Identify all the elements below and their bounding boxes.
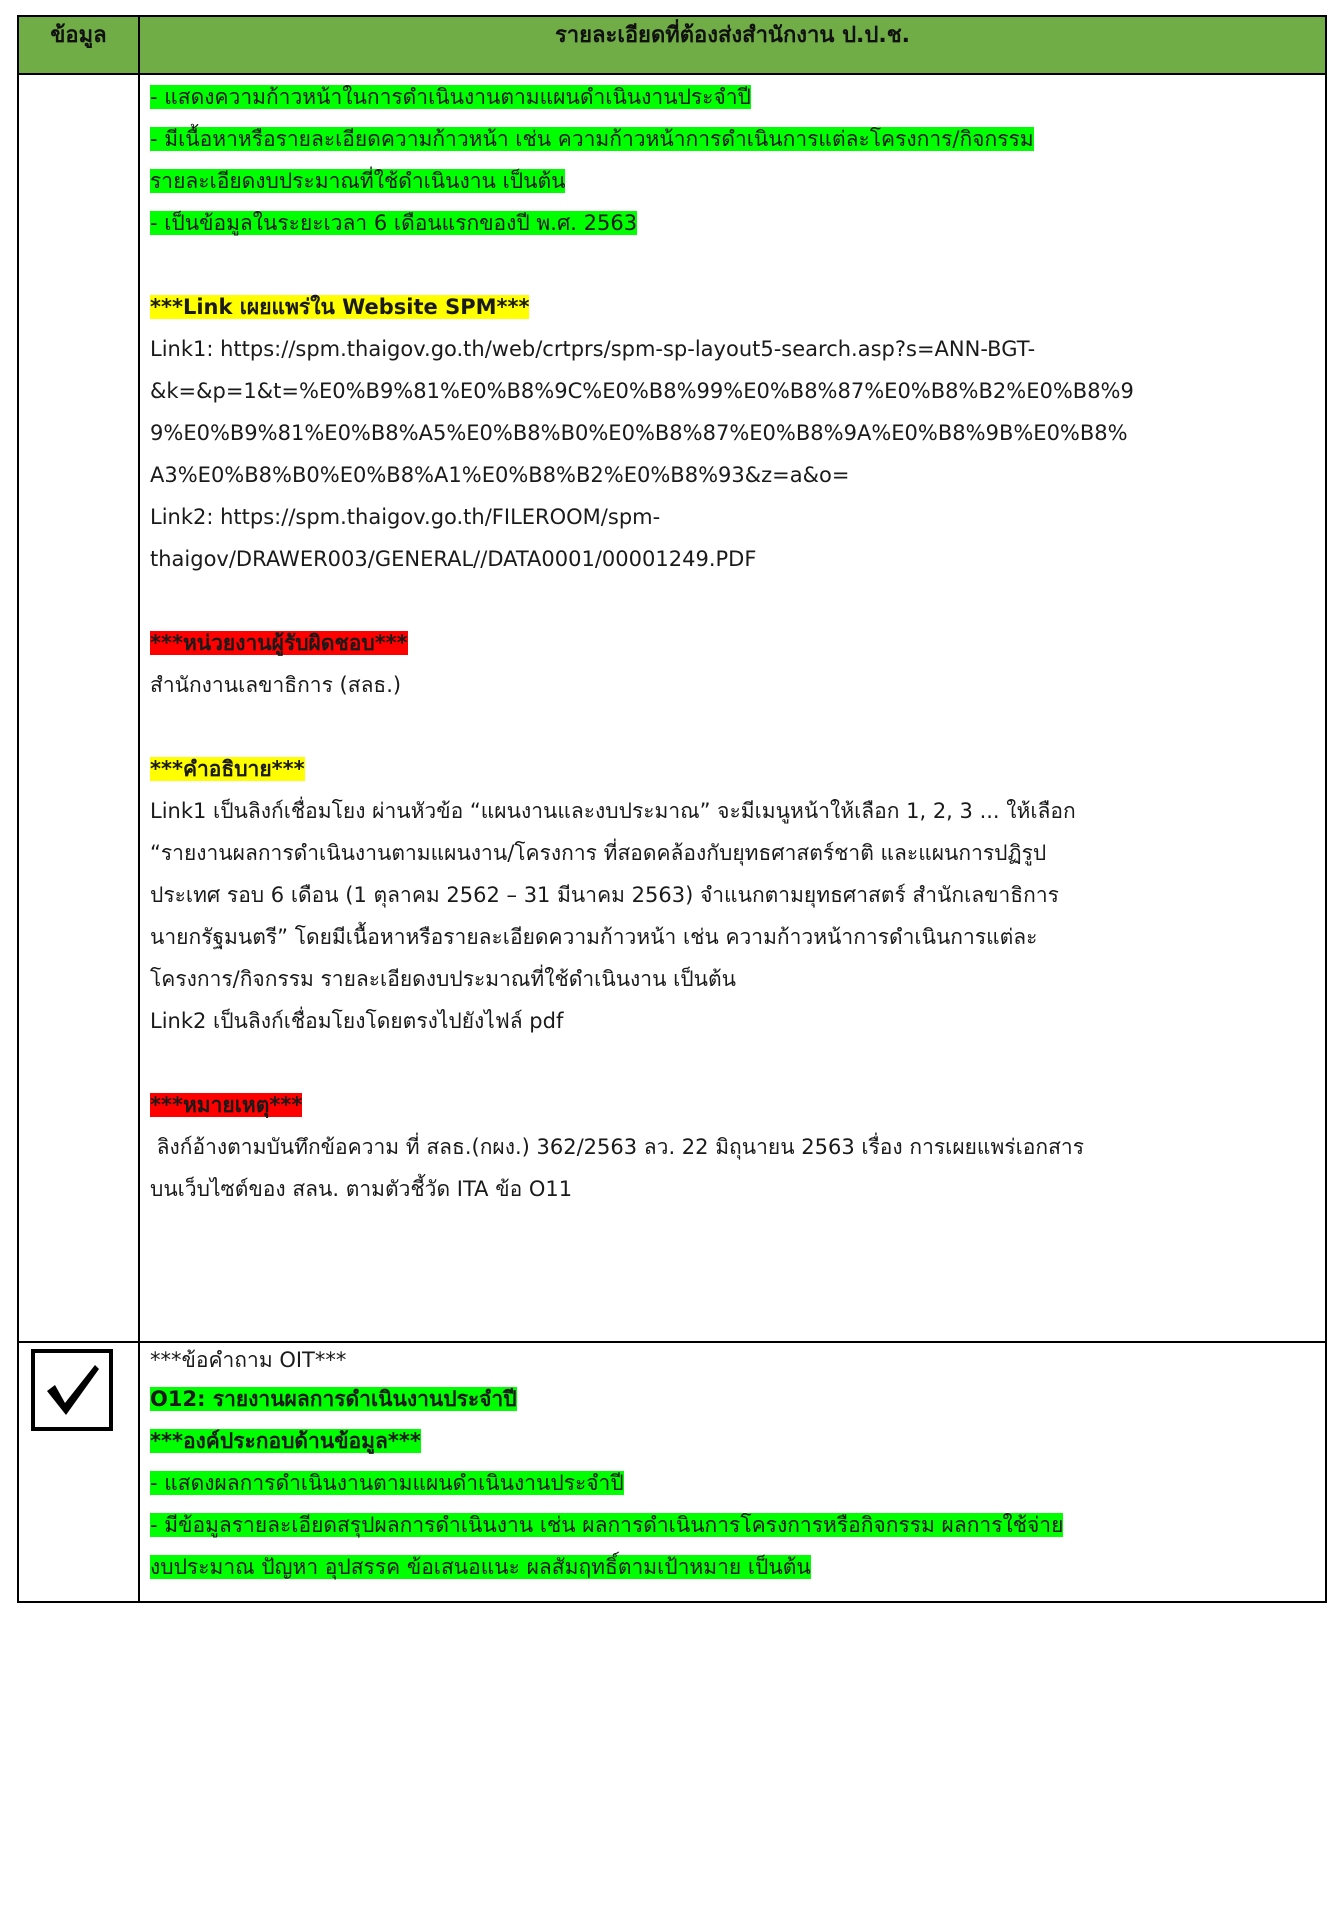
question-label: ***ข้อคำถาม OIT*** bbox=[150, 1348, 347, 1372]
link-line[interactable]: A3%E0%B8%B0%E0%B8%A1%E0%B8%B2%E0%B8%93&z… bbox=[150, 455, 1315, 497]
table-row: ***ข้อคำถาม OIT*** O12: รายงานผลการดำเนิ… bbox=[17, 1341, 1327, 1603]
responsible-unit-text: สำนักงานเลขาธิการ (สลธ.) bbox=[150, 673, 402, 697]
element-line: - แสดงผลการดำเนินงานตามแผนดำเนินงานประจำ… bbox=[150, 1471, 624, 1495]
row2-details-cell: ***ข้อคำถาม OIT*** O12: รายงานผลการดำเนิ… bbox=[138, 1341, 1327, 1603]
description-line: Link1 เป็นลิงก์เชื่อมโยง ผ่านหัวข้อ “แผน… bbox=[150, 799, 1076, 823]
description-line: ประเทศ รอบ 6 เดือน (1 ตุลาคม 2562 – 31 ม… bbox=[150, 883, 1059, 907]
row1-details-cell: - แสดงความก้าวหน้าในการดำเนินงานตามแผนดำ… bbox=[138, 73, 1327, 1343]
document-page: ข้อมูล รายละเอียดที่ต้องส่งสำนักงาน ป.ป.… bbox=[17, 15, 1327, 1905]
table-header-row: ข้อมูล รายละเอียดที่ต้องส่งสำนักงาน ป.ป.… bbox=[17, 15, 1327, 75]
checkbox bbox=[31, 1349, 113, 1431]
link-line[interactable]: 9%E0%B9%81%E0%B8%A5%E0%B8%B0%E0%B8%87%E0… bbox=[150, 413, 1315, 455]
link-line[interactable]: Link2: https://spm.thaigov.go.th/FILEROO… bbox=[150, 497, 1315, 539]
requirements-table: ข้อมูล รายละเอียดที่ต้องส่งสำนักงาน ป.ป.… bbox=[17, 15, 1327, 1603]
table-row: - แสดงความก้าวหน้าในการดำเนินงานตามแผนดำ… bbox=[17, 73, 1327, 1343]
element-line: รายละเอียดงบประมาณที่ใช้ดำเนินงาน เป็นต้… bbox=[150, 169, 566, 193]
description-line: โครงการ/กิจกรรม รายละเอียดงบประมาณที่ใช้… bbox=[150, 967, 736, 991]
item-title: O12: รายงานผลการดำเนินงานประจำปี bbox=[150, 1387, 517, 1411]
element-line: งบประมาณ ปัญหา อุปสรรค ข้อเสนอแนะ ผลสัมฤ… bbox=[150, 1555, 811, 1579]
note-line: ลิงก์อ้างตามบันทึกข้อความ ที่ สลธ.(กผง.)… bbox=[150, 1135, 1084, 1159]
row2-data-cell bbox=[17, 1341, 140, 1603]
row1-data-cell bbox=[17, 73, 140, 1343]
description-heading: ***คำอธิบาย*** bbox=[150, 757, 305, 781]
description-line: Link2 เป็นลิงก์เชื่อมโยงโดยตรงไปยังไฟล์ … bbox=[150, 1009, 564, 1033]
link-line[interactable]: thaigov/DRAWER003/GENERAL//DATA0001/0000… bbox=[150, 539, 1315, 581]
header-details-column: รายละเอียดที่ต้องส่งสำนักงาน ป.ป.ช. bbox=[138, 15, 1327, 75]
description-line: “รายงานผลการดำเนินงานตามแผนงาน/โครงการ ท… bbox=[150, 841, 1047, 865]
note-line: บนเว็บไซต์ของ สลน. ตามตัวชี้วัด ITA ข้อ … bbox=[150, 1177, 573, 1201]
note-heading: ***หมายเหตุ*** bbox=[150, 1093, 303, 1117]
link-line[interactable]: Link1: https://spm.thaigov.go.th/web/crt… bbox=[150, 329, 1315, 371]
element-line: - แสดงความก้าวหน้าในการดำเนินงานตามแผนดำ… bbox=[150, 85, 751, 109]
header-data-column: ข้อมูล bbox=[17, 15, 140, 75]
check-mark-icon bbox=[47, 1365, 99, 1415]
element-line: - มีเนื้อหาหรือรายละเอียดความก้าวหน้า เช… bbox=[150, 127, 1034, 151]
responsible-unit-heading: ***หน่วยงานผู้รับผิดชอบ*** bbox=[150, 631, 408, 655]
element-line: - มีข้อมูลรายละเอียดสรุปผลการดำเนินงาน เ… bbox=[150, 1513, 1064, 1537]
elements-heading: ***องค์ประกอบด้านข้อมูล*** bbox=[150, 1429, 421, 1453]
element-line: - เป็นข้อมูลในระยะเวลา 6 เดือนแรกของปี พ… bbox=[150, 211, 638, 235]
description-line: นายกรัฐมนตรี” โดยมีเนื้อหาหรือรายละเอียด… bbox=[150, 925, 1038, 949]
link-heading: ***Link เผยแพร่ใน Website SPM*** bbox=[150, 295, 530, 319]
link-line[interactable]: &k=&p=1&t=%E0%B9%81%E0%B8%9C%E0%B8%99%E0… bbox=[150, 371, 1315, 413]
